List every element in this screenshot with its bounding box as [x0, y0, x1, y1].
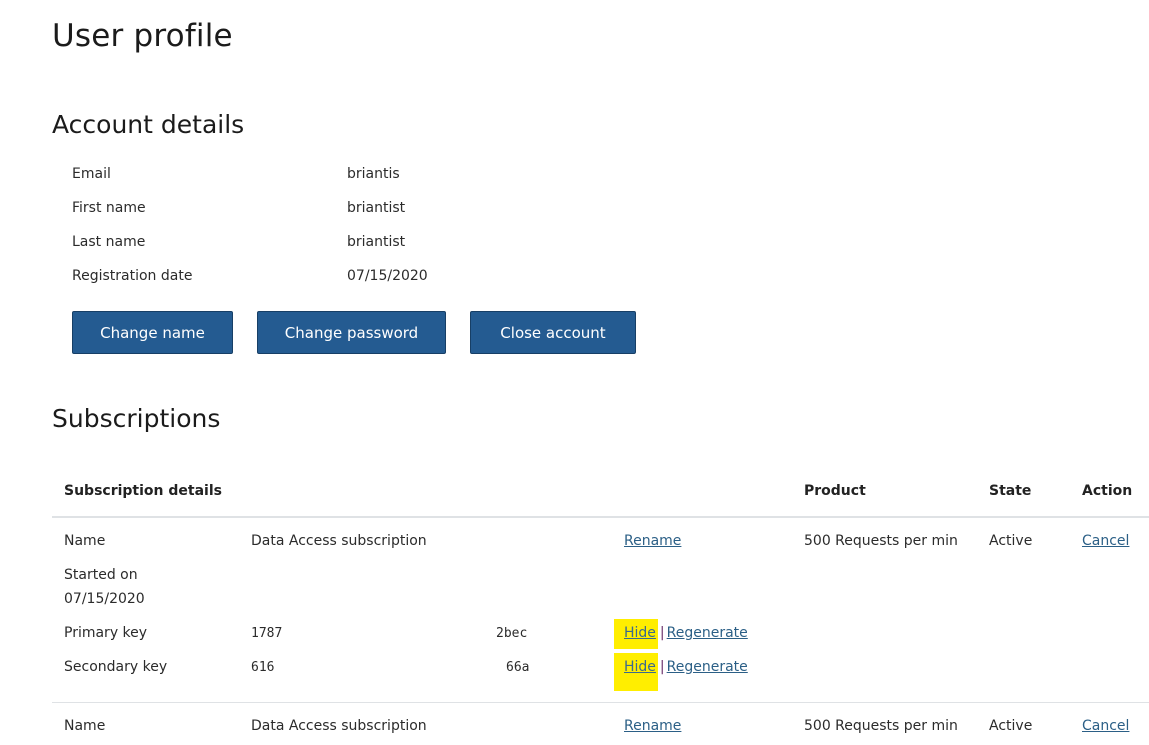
primary-key-label: Primary key	[64, 625, 148, 641]
user-profile-page: User profile Account details Email brian…	[0, 0, 1149, 745]
state-value: Active	[989, 533, 1033, 549]
highlight-mark: Hide	[614, 653, 658, 691]
change-password-button[interactable]: Change password	[257, 311, 446, 354]
secondary-key-regenerate-link[interactable]: Regenerate	[667, 659, 748, 675]
subscription-name: Data Access subscription	[251, 533, 427, 549]
change-name-button[interactable]: Change name	[72, 311, 233, 354]
registration-date-value: 07/15/2020	[347, 268, 428, 284]
link-separator: |	[659, 625, 665, 641]
secondary-key-actions: Hide | Regenerate	[614, 653, 748, 691]
last-name-value: briantist	[347, 234, 406, 250]
registration-date-label: Registration date	[72, 268, 193, 284]
header-divider	[52, 516, 1149, 518]
last-name-label: Last name	[72, 234, 146, 250]
rename-link[interactable]: Rename	[624, 533, 681, 549]
subscriptions-heading: Subscriptions	[52, 404, 221, 433]
email-label: Email	[72, 166, 111, 182]
cancel-link[interactable]: Cancel	[1082, 533, 1129, 549]
secondary-key-end: 66a	[506, 660, 530, 675]
close-account-button[interactable]: Close account	[470, 311, 636, 354]
product-value: 500 Requests per min	[804, 533, 958, 549]
column-header-product: Product	[804, 483, 866, 499]
rename-link[interactable]: Rename	[624, 718, 681, 734]
subscription-name: Data Access subscription	[251, 718, 427, 734]
column-header-action: Action	[1082, 483, 1133, 499]
name-label: Name	[64, 533, 106, 549]
email-value: briantis	[347, 166, 400, 182]
secondary-key-hide-link[interactable]: Hide	[624, 659, 656, 675]
primary-key-hide-link[interactable]: Hide	[624, 625, 656, 641]
secondary-key-start: 616	[251, 660, 275, 675]
primary-key-regenerate-link[interactable]: Regenerate	[667, 625, 748, 641]
column-header-subscription-details: Subscription details	[64, 483, 222, 499]
state-value: Active	[989, 718, 1033, 734]
highlight-mark: Hide	[614, 619, 658, 649]
cancel-link[interactable]: Cancel	[1082, 718, 1129, 734]
link-separator: |	[659, 659, 665, 675]
started-on-date: 07/15/2020	[64, 591, 145, 607]
account-details-heading: Account details	[52, 110, 245, 139]
primary-key-start: 1787	[251, 626, 283, 641]
page-title: User profile	[52, 18, 233, 54]
product-value: 500 Requests per min	[804, 718, 958, 734]
first-name-label: First name	[72, 200, 146, 216]
primary-key-actions: Hide | Regenerate	[614, 619, 748, 649]
subscriptions-table-header: Subscription details Product State Actio…	[52, 483, 1149, 517]
column-header-state: State	[989, 483, 1032, 499]
secondary-key-label: Secondary key	[64, 659, 168, 675]
name-label: Name	[64, 718, 106, 734]
first-name-value: briantist	[347, 200, 406, 216]
started-on-label: Started on	[64, 567, 138, 583]
row-divider	[52, 702, 1149, 703]
primary-key-end: 2bec	[496, 626, 528, 641]
